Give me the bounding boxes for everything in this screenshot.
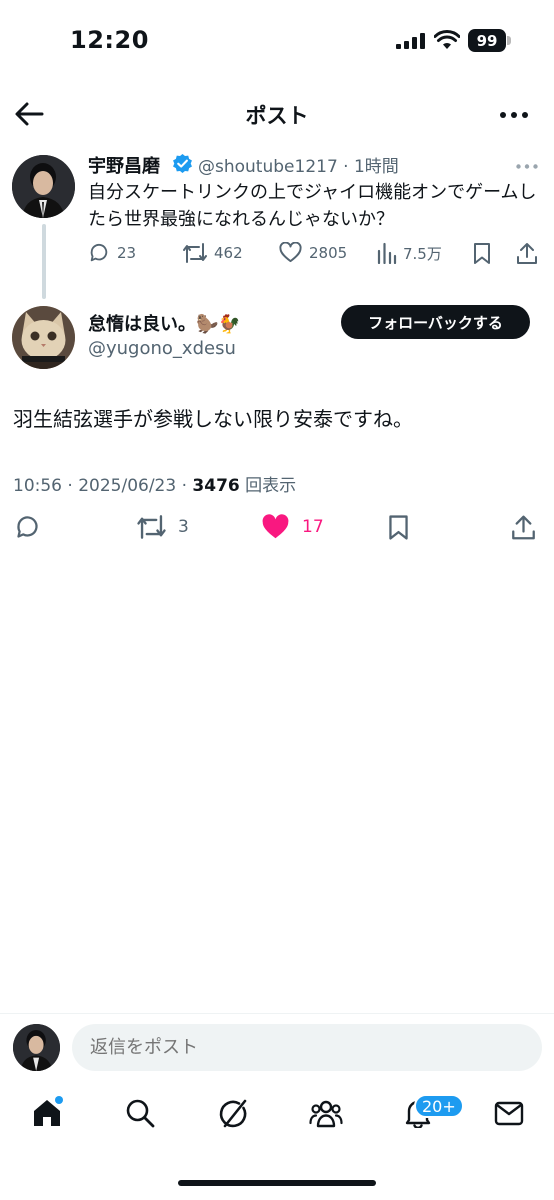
post-more-icon[interactable] bbox=[516, 164, 538, 169]
reply-reply-button[interactable] bbox=[14, 514, 41, 541]
reply-like-button[interactable]: 17 bbox=[261, 514, 324, 540]
reply-repost-count: 3 bbox=[178, 517, 189, 537]
reply-author-handle: @yugono_xdesu bbox=[88, 338, 236, 359]
verified-badge-icon bbox=[172, 153, 193, 174]
post-view-label: 回表示 bbox=[239, 476, 297, 496]
post-meta: 10:56 · 2025/06/23 · 3476 回表示 bbox=[13, 471, 296, 496]
nav-search-icon[interactable] bbox=[125, 1098, 155, 1128]
thread-connector-line bbox=[42, 224, 46, 299]
repost-icon bbox=[137, 515, 166, 539]
parent-author-handle-time: @shoutube1217 · 1時間 bbox=[198, 157, 399, 177]
reply-like-count: 17 bbox=[302, 517, 324, 537]
reply-input[interactable] bbox=[72, 1024, 542, 1071]
parent-like-button[interactable]: 2805 bbox=[279, 242, 347, 263]
follow-back-button[interactable]: フォローバックする bbox=[341, 305, 530, 339]
post-timestamp: 10:56 · 2025/06/23 · bbox=[13, 476, 193, 496]
reply-author-avatar[interactable] bbox=[12, 306, 75, 369]
cellular-signal-icon bbox=[396, 33, 426, 49]
divider bbox=[0, 1013, 554, 1014]
home-unread-dot bbox=[55, 1096, 63, 1104]
nav-grok-icon[interactable] bbox=[217, 1098, 249, 1130]
more-options-icon[interactable] bbox=[500, 112, 528, 118]
reply-icon bbox=[90, 243, 108, 262]
reply-bookmark-icon[interactable] bbox=[387, 514, 410, 541]
parent-post-text: 自分スケートリンクの上でジャイロ機能オンでゲームしたら世界最強になれるんじゃない… bbox=[88, 182, 537, 230]
parent-reply-count: 23 bbox=[117, 244, 137, 262]
parent-reply-button[interactable]: 23 bbox=[88, 242, 136, 264]
repost-icon bbox=[183, 243, 207, 263]
reply-post-text: 羽生結弦選手が参戦しない限り安泰ですね。 bbox=[13, 407, 413, 431]
battery-indicator: 99 bbox=[468, 29, 506, 52]
parent-repost-button[interactable]: 462 bbox=[182, 242, 243, 264]
parent-author-avatar[interactable] bbox=[12, 155, 75, 218]
back-arrow-icon[interactable] bbox=[14, 100, 44, 128]
parent-bookmark-icon[interactable] bbox=[472, 242, 492, 265]
analytics-icon bbox=[377, 242, 397, 264]
battery-tip bbox=[507, 36, 511, 45]
wifi-icon bbox=[434, 30, 460, 50]
parent-views-count: 7.5万 bbox=[403, 244, 442, 263]
my-avatar[interactable] bbox=[13, 1024, 60, 1071]
parent-repost-count: 462 bbox=[214, 244, 243, 262]
reply-repost-button[interactable]: 3 bbox=[136, 514, 189, 540]
nav-messages-icon[interactable] bbox=[494, 1098, 524, 1128]
parent-views-button[interactable]: 7.5万 bbox=[377, 242, 442, 264]
reply-author-name[interactable]: 怠惰は良い。🦫🐓 bbox=[88, 310, 241, 336]
post-view-count: 3476 bbox=[192, 476, 240, 496]
heart-icon bbox=[279, 242, 302, 263]
reply-icon bbox=[17, 516, 38, 538]
heart-filled-icon bbox=[262, 514, 289, 539]
parent-like-count: 2805 bbox=[309, 243, 348, 262]
parent-author-name[interactable]: 宇野昌磨 bbox=[88, 152, 160, 178]
nav-communities-icon[interactable] bbox=[309, 1098, 343, 1128]
reply-share-icon[interactable] bbox=[511, 514, 536, 541]
home-indicator bbox=[178, 1180, 376, 1186]
notifications-badge: 20+ bbox=[414, 1094, 464, 1118]
parent-share-icon[interactable] bbox=[516, 242, 538, 265]
status-time: 12:20 bbox=[70, 26, 149, 54]
page-title: ポスト bbox=[245, 104, 309, 128]
